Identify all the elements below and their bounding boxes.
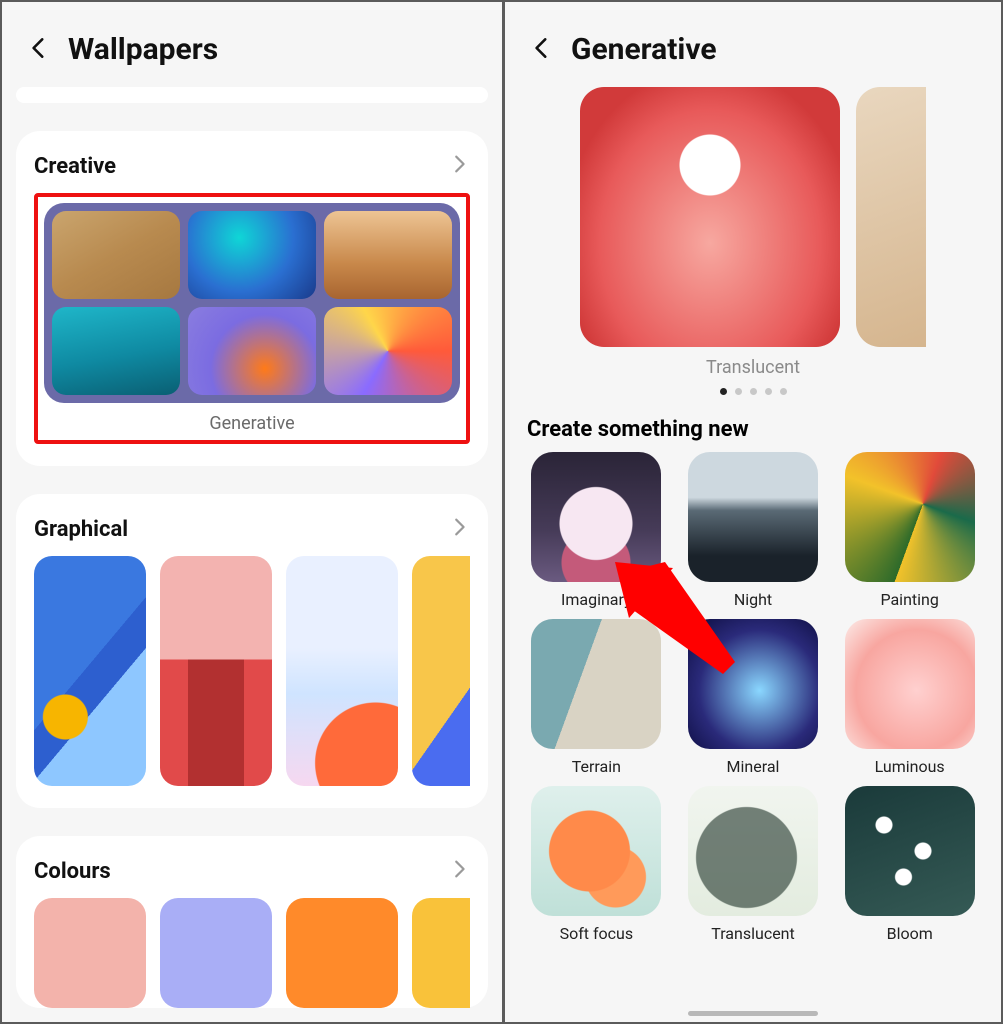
tile-caption: Generative [44, 413, 460, 434]
wallpaper-tile[interactable] [412, 556, 470, 786]
hero-tile[interactable] [580, 87, 840, 347]
category-tile-terrain[interactable]: Terrain [527, 619, 666, 776]
thumb-cell [324, 211, 452, 299]
hero-caption: Translucent [706, 357, 800, 378]
tile-caption: Soft focus [560, 924, 634, 943]
back-icon[interactable] [26, 35, 52, 65]
category-tile-imaginary[interactable]: Imaginary [527, 452, 666, 609]
colour-tile[interactable] [160, 898, 272, 1008]
tile-thumb [688, 452, 818, 582]
thumb-cell [188, 307, 316, 395]
tile-thumb [845, 452, 975, 582]
colour-tile[interactable] [412, 898, 470, 1008]
tile-thumb [688, 619, 818, 749]
tile-thumb [531, 619, 661, 749]
tile-caption: Night [734, 590, 772, 609]
section-title: Graphical [34, 517, 128, 542]
category-tile-bloom[interactable]: Bloom [840, 786, 979, 943]
tile-caption: Luminous [875, 757, 945, 776]
section-title: Creative [34, 154, 116, 179]
pane-wallpapers: Wallpapers Creative Generative Graphical [2, 2, 502, 1022]
thumb-cell [324, 307, 452, 395]
section-header-creative[interactable]: Creative [34, 153, 470, 179]
wallpaper-tile[interactable] [34, 556, 146, 786]
category-tile-painting[interactable]: Painting [840, 452, 979, 609]
category-tile-night[interactable]: Night [684, 452, 823, 609]
tile-caption: Painting [880, 590, 938, 609]
category-tile-soft-focus[interactable]: Soft focus [527, 786, 666, 943]
category-tile-mineral[interactable]: Mineral [684, 619, 823, 776]
hero-tile-peek[interactable] [856, 87, 926, 347]
highlight-annotation: Generative [34, 193, 470, 444]
dot-icon [750, 388, 757, 395]
chevron-right-icon [448, 153, 470, 179]
section-title-create: Create something new [505, 395, 1001, 452]
tile-thumb [531, 786, 661, 916]
wallpaper-row[interactable] [34, 556, 470, 786]
section-header-colours[interactable]: Colours [34, 858, 470, 884]
thumb-cell [52, 211, 180, 299]
colour-row[interactable] [34, 898, 470, 1008]
tile-caption: Imaginary [561, 590, 632, 609]
header: Generative [505, 2, 1001, 87]
tile-thumb [531, 452, 661, 582]
tile-caption: Translucent [711, 924, 795, 943]
tile-caption: Mineral [727, 757, 780, 776]
tile-thumb [845, 786, 975, 916]
category-tile-luminous[interactable]: Luminous [840, 619, 979, 776]
section-creative: Creative Generative [16, 131, 488, 466]
chevron-right-icon [448, 516, 470, 542]
colour-tile[interactable] [286, 898, 398, 1008]
category-tile-translucent[interactable]: Translucent [684, 786, 823, 943]
colour-tile[interactable] [34, 898, 146, 1008]
dot-icon [765, 388, 772, 395]
thumb-cell [52, 307, 180, 395]
section-graphical: Graphical [16, 494, 488, 808]
top-strip-card [16, 87, 488, 103]
section-header-graphical[interactable]: Graphical [34, 516, 470, 542]
tile-caption: Terrain [572, 757, 621, 776]
wallpaper-tile[interactable] [286, 556, 398, 786]
category-grid: Imaginary Night Painting Terrain Mineral… [505, 452, 1001, 963]
back-icon[interactable] [529, 35, 555, 65]
section-colours: Colours [16, 836, 488, 1008]
pane-generative: Generative Translucent Create something … [505, 2, 1001, 1022]
hero-carousel[interactable]: Translucent [505, 87, 1001, 395]
header: Wallpapers [2, 2, 502, 87]
home-indicator [688, 1011, 818, 1016]
thumb-cell [188, 211, 316, 299]
carousel-dots [720, 388, 787, 395]
dot-icon [735, 388, 742, 395]
page-title: Wallpapers [68, 32, 218, 67]
section-title: Colours [34, 859, 111, 884]
tile-caption: Bloom [887, 924, 933, 943]
tile-thumb [688, 786, 818, 916]
chevron-right-icon [448, 858, 470, 884]
page-title: Generative [571, 32, 717, 67]
tile-thumb [845, 619, 975, 749]
wallpaper-tile[interactable] [160, 556, 272, 786]
dot-icon [780, 388, 787, 395]
dot-icon [720, 388, 727, 395]
tile-generative[interactable] [44, 203, 460, 403]
